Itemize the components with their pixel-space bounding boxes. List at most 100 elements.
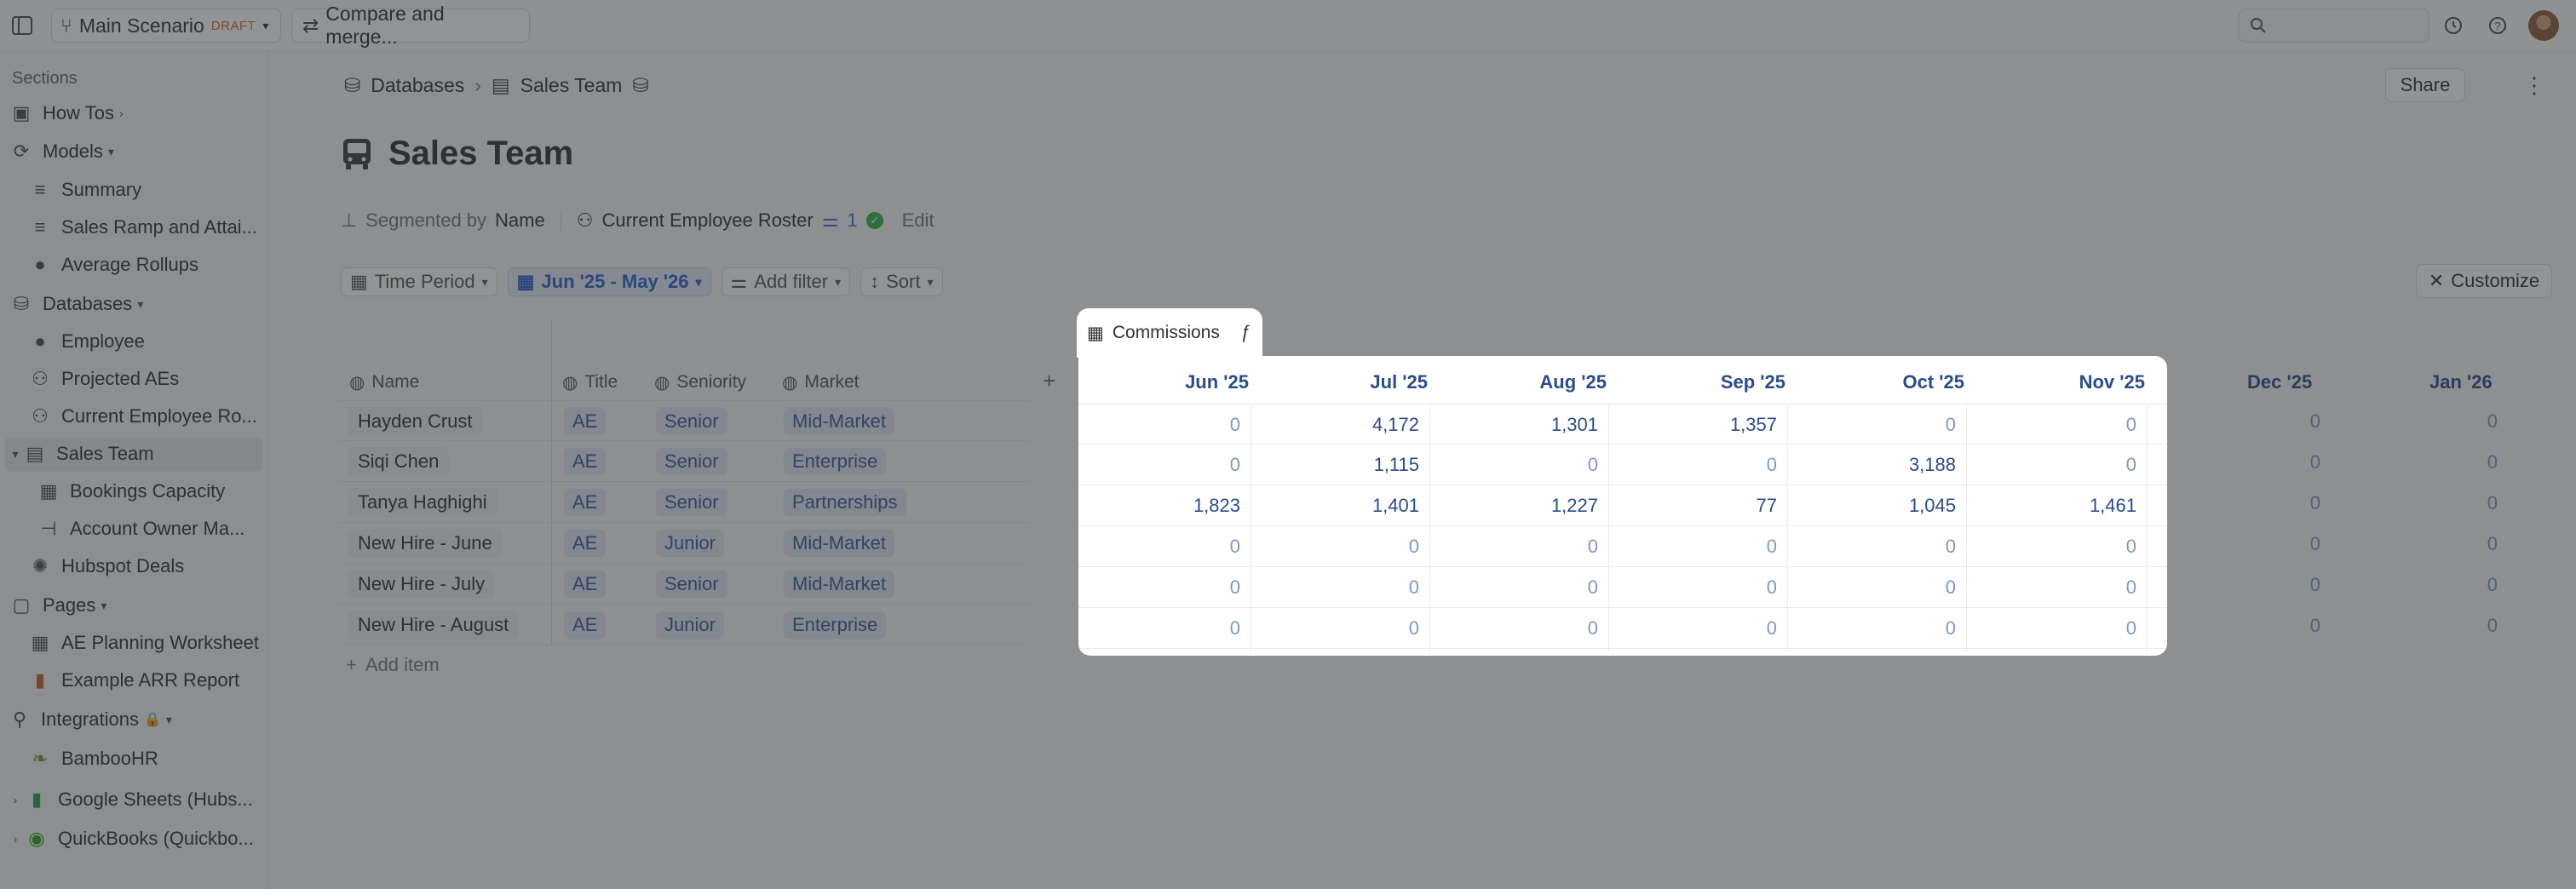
column-header-seniority[interactable]: ◍ Seniority xyxy=(654,364,746,400)
value-cell[interactable]: 1,227 xyxy=(1436,485,1598,526)
value-cell[interactable]: 77 xyxy=(1615,485,1777,526)
value-cell[interactable]: 0 xyxy=(2193,615,2320,637)
sidebar-item-google-sheets[interactable]: › ▮ Google Sheets (Hubs... xyxy=(0,783,268,817)
compare-merge-button[interactable]: ⇄ Compare and merge... xyxy=(291,3,530,48)
segment-field[interactable]: Name xyxy=(495,209,545,232)
value-cell[interactable]: 3,188 xyxy=(1794,444,1956,485)
table-row[interactable]: Tanya Haghighi AE Senior Partnerships xyxy=(339,482,1029,523)
database-icon[interactable]: ⛁ xyxy=(632,74,648,97)
more-options-icon[interactable]: ⋮ xyxy=(2521,72,2547,99)
table-row[interactable]: Siqi Chen AE Senior Enterprise xyxy=(339,441,1029,482)
value-cell[interactable]: 0 xyxy=(2370,492,2498,514)
column-header-name[interactable]: ◍ Name xyxy=(349,364,419,400)
value-cell[interactable]: 0 xyxy=(1257,608,1419,649)
share-button[interactable]: Share xyxy=(2385,68,2465,102)
sidebar-item-sales-team[interactable]: ▾ ▤ Sales Team xyxy=(5,437,262,471)
value-cell[interactable]: 0 xyxy=(2370,574,2498,596)
customize-button[interactable]: ✕ Customize xyxy=(2416,264,2552,298)
sidebar-item-databases[interactable]: ⛁ Databases ▾ xyxy=(0,287,268,321)
value-cell[interactable]: 1,115 xyxy=(1257,444,1419,485)
table-row[interactable]: 1,823 1,401 1,227 77 1,045 1,461 xyxy=(1078,485,2167,526)
sidebar-item-bookings-capacity[interactable]: ▦ Bookings Capacity xyxy=(0,474,268,508)
value-cell[interactable]: 0 xyxy=(1794,526,1956,567)
sidebar-item-current-employee-roster[interactable]: ⚇ Current Employee Ro... xyxy=(0,399,268,433)
scenario-selector[interactable]: ⑂ Main Scenario DRAFT ▾ xyxy=(51,9,281,43)
sidebar-item-sales-ramp[interactable]: ≡ Sales Ramp and Attai... xyxy=(0,210,268,244)
commissions-column-tab[interactable]: ▦ Commissions ƒ xyxy=(1077,308,1262,358)
value-cell[interactable]: 0 xyxy=(1794,567,1956,608)
column-header-market[interactable]: ◍ Market xyxy=(782,364,860,400)
value-cell[interactable]: 0 xyxy=(1975,608,2136,649)
table-row[interactable]: 0 4,172 1,301 1,357 0 0 xyxy=(1078,404,2167,444)
value-cell[interactable]: 1,045 xyxy=(1794,485,1956,526)
value-cell[interactable]: 0 xyxy=(2193,410,2320,433)
value-cell[interactable]: 0 xyxy=(2193,533,2320,555)
sidebar-item-employee[interactable]: ● Employee xyxy=(0,324,268,358)
table-row[interactable]: 000000 xyxy=(1078,567,2167,608)
value-cell[interactable]: 0 xyxy=(2370,615,2498,637)
value-cell[interactable]: 0 xyxy=(2370,451,2498,473)
value-cell[interactable]: 0 xyxy=(1975,567,2136,608)
sidebar-item-ae-planning-worksheet[interactable]: ▦ AE Planning Worksheet xyxy=(0,626,268,660)
sidebar-item-models[interactable]: ⟳ Models ▾ xyxy=(0,135,268,169)
column-header-title[interactable]: ◍ Title xyxy=(562,364,618,400)
value-cell[interactable]: 0 xyxy=(2370,410,2498,433)
value-cell[interactable]: 0 xyxy=(1078,526,1240,567)
sidebar-toggle-icon[interactable] xyxy=(10,14,34,37)
value-cell[interactable]: 0 xyxy=(1615,567,1777,608)
value-cell[interactable]: 0 xyxy=(1975,404,2136,445)
table-row[interactable]: New Hire - June AE Junior Mid-Market xyxy=(339,523,1029,564)
sidebar-item-hubspot-deals[interactable]: ✺ Hubspot Deals xyxy=(0,549,268,583)
add-filter-button[interactable]: ⚌ Add filter ▾ xyxy=(721,267,851,296)
value-cell[interactable]: 1,461 xyxy=(1975,485,2136,526)
value-cell[interactable]: 0 xyxy=(1794,608,1956,649)
avatar[interactable] xyxy=(2528,10,2559,41)
sidebar-item-projected-aes[interactable]: ⚇ Projected AEs xyxy=(0,362,268,396)
sidebar-item-bamboohr[interactable]: ❧ BambooHR xyxy=(0,742,268,776)
value-cell[interactable]: 0 xyxy=(1078,404,1240,445)
table-row[interactable]: 000000 xyxy=(1078,526,2167,567)
value-cell[interactable]: 0 xyxy=(1436,526,1598,567)
value-cell[interactable]: 0 xyxy=(1078,444,1240,485)
add-item-button[interactable]: + Add item xyxy=(346,654,440,676)
sidebar-item-example-arr-report[interactable]: ▮ Example ARR Report xyxy=(0,663,268,697)
breadcrumb-databases[interactable]: Databases xyxy=(371,74,464,97)
value-cell[interactable]: 4,172 xyxy=(1257,404,1419,445)
value-cell[interactable]: 0 xyxy=(1436,444,1598,485)
search-input[interactable] xyxy=(2239,9,2429,43)
value-cell[interactable]: 0 xyxy=(1078,608,1240,649)
filter-icon[interactable]: ⚌ xyxy=(822,209,839,232)
value-cell[interactable]: 0 xyxy=(1615,444,1777,485)
add-column-icon[interactable]: + xyxy=(1043,368,1055,394)
value-cell[interactable]: 1,401 xyxy=(1257,485,1419,526)
segment-source[interactable]: Current Employee Roster xyxy=(601,209,813,232)
sidebar-item-how-tos[interactable]: ▣ How Tos › xyxy=(0,96,268,130)
history-icon[interactable] xyxy=(2441,14,2465,37)
value-cell[interactable]: 0 xyxy=(1436,608,1598,649)
value-cell[interactable]: 1,301 xyxy=(1436,404,1598,445)
value-cell[interactable]: 0 xyxy=(1975,526,2136,567)
help-icon[interactable]: ? xyxy=(2486,14,2510,37)
table-row[interactable]: Hayden Crust AE Senior Mid-Market xyxy=(339,400,1029,441)
sidebar-item-average-rollups[interactable]: ● Average Rollups xyxy=(0,248,268,282)
value-cell[interactable]: 0 xyxy=(1257,526,1419,567)
formula-icon[interactable]: ƒ xyxy=(1240,323,1251,343)
sidebar-item-integrations[interactable]: ⚲ Integrations 🔒 ▾ xyxy=(0,703,268,737)
value-cell[interactable]: 0 xyxy=(2193,574,2320,596)
value-cell[interactable]: 0 xyxy=(1615,608,1777,649)
value-cell[interactable]: 0 xyxy=(2193,492,2320,514)
edit-link[interactable]: Edit xyxy=(902,209,934,232)
value-cell[interactable]: 0 xyxy=(1078,567,1240,608)
table-row[interactable]: 0 1,115 0 0 3,188 0 xyxy=(1078,444,2167,485)
table-row[interactable]: New Hire - August AE Junior Enterprise xyxy=(339,605,1029,645)
value-cell[interactable]: 0 xyxy=(2370,533,2498,555)
date-range-button[interactable]: ▦ Jun '25 - May '26 ▾ xyxy=(507,267,711,296)
value-cell[interactable]: 0 xyxy=(1615,526,1777,567)
value-cell[interactable]: 1,357 xyxy=(1615,404,1777,445)
sidebar-item-account-owner[interactable]: ⊣ Account Owner Ma... xyxy=(0,512,268,546)
value-cell[interactable]: 0 xyxy=(1794,404,1956,445)
value-cell[interactable]: 0 xyxy=(2193,451,2320,473)
sidebar-item-quickbooks[interactable]: › ◉ QuickBooks (Quickbo... xyxy=(0,822,268,856)
breadcrumb-current[interactable]: Sales Team xyxy=(520,74,623,97)
table-row[interactable]: New Hire - July AE Senior Mid-Market xyxy=(339,564,1029,605)
